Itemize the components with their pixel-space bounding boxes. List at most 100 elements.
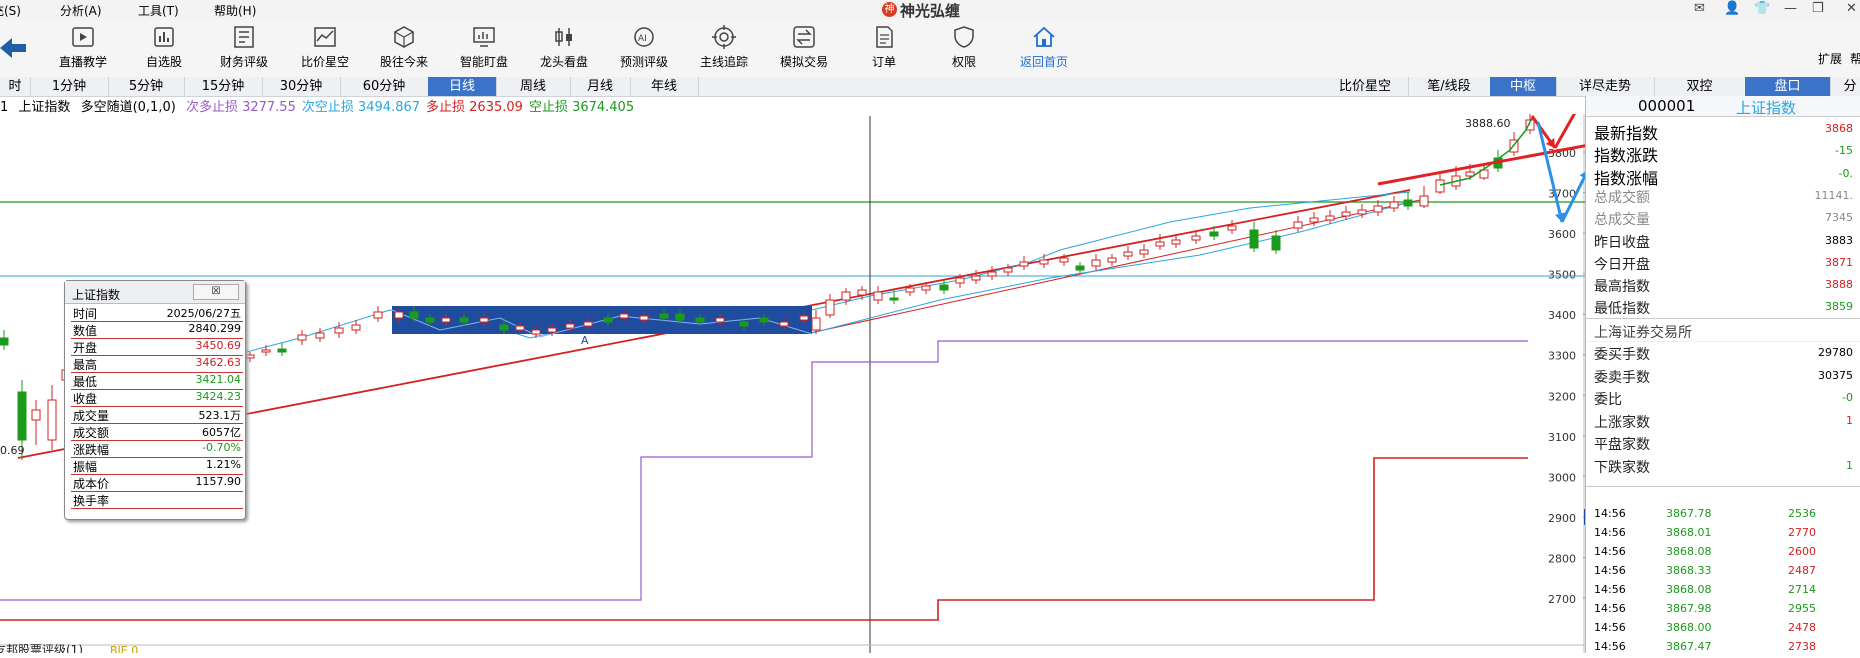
y-axis-tick: 3200 — [1548, 390, 1576, 403]
view-tab[interactable]: 详尽走势 — [1556, 77, 1655, 96]
popup-row: 数值 2840.299 — [71, 322, 243, 339]
quote-row-label: 最新指数 — [1594, 124, 1659, 143]
tick-time: 14:56 — [1594, 564, 1626, 577]
period-tab[interactable]: 5分钟 — [108, 77, 185, 96]
view-tab[interactable]: 盘口 — [1745, 77, 1831, 96]
menu-system[interactable]: 充(S) — [0, 2, 21, 19]
popup-row: 时间 2025/06/27五 — [71, 305, 243, 322]
y-axis-tick: 3600 — [1548, 228, 1576, 241]
toolbar-button-candle[interactable]: 龙头看盘 — [524, 24, 604, 70]
target-icon — [712, 25, 736, 49]
help-label[interactable]: 帮 — [1850, 50, 1860, 67]
candle-up — [1389, 201, 1399, 209]
restore-icon[interactable]: ❐ — [1812, 1, 1824, 16]
quote-row-label: 今日开盘 — [1594, 256, 1650, 273]
tick-row: 14:56 3867.78 2536 — [1594, 507, 1860, 525]
toolbar-button-swap[interactable]: 模拟交易 — [764, 24, 844, 70]
quote-row: 委买手数 29780 — [1594, 344, 1860, 366]
period-tab[interactable]: 年线 — [630, 77, 699, 96]
back-arrow-icon[interactable] — [0, 36, 26, 60]
candle-up — [1123, 251, 1133, 257]
toolbar-button-label: 比价星空 — [300, 55, 349, 69]
minimize-icon[interactable]: — — [1784, 1, 1797, 16]
candle-up — [1039, 259, 1049, 265]
toolbar-button-target[interactable]: 主线追踪 — [684, 24, 764, 70]
quote-row-label: 指数涨幅 — [1594, 168, 1659, 188]
y-axis-tick: 2700 — [1548, 593, 1576, 606]
toolbar-button-trend-chart[interactable]: 比价星空 — [285, 24, 365, 70]
popup-row-label: 数值 — [73, 324, 98, 338]
data-popup[interactable]: 上证指数 ☒ 时间 2025/06/27五 数值 2840.299 开盘 3450.69 最… — [64, 280, 246, 520]
candle-up — [1419, 195, 1429, 207]
skin-icon[interactable]: 👕 — [1754, 1, 1770, 16]
menu-analysis[interactable]: 分析(A) — [60, 2, 102, 19]
period-tab[interactable]: 周线 — [496, 77, 571, 96]
quote-row: 下跌家数 1 — [1594, 457, 1860, 479]
forecast-arrow-down — [1536, 121, 1564, 223]
toolbar-button-label: 模拟交易 — [779, 55, 828, 69]
view-tab[interactable]: 中枢 — [1490, 77, 1557, 96]
toolbar-button-label: 智能盯盘 — [459, 55, 508, 69]
popup-row-label: 最高 — [73, 358, 98, 372]
period-tab[interactable]: 月线 — [570, 77, 631, 96]
toolbar-button-home[interactable]: 返回首页 — [1004, 24, 1084, 70]
expand-label[interactable]: 扩展 — [1818, 50, 1842, 67]
candle-up — [1357, 209, 1367, 215]
toolbar-button-ai[interactable]: AI 预测评级 — [604, 24, 684, 70]
view-tab[interactable]: 分 — [1830, 77, 1860, 96]
toolbar-button-label: 预测评级 — [619, 55, 668, 69]
candle-down — [603, 317, 613, 323]
toolbar-button-pie-chart[interactable]: 自选股 — [124, 24, 204, 70]
quote-row-label: 总成交量 — [1594, 212, 1650, 229]
popup-row-value: 1.21% — [206, 458, 241, 471]
view-tab[interactable]: 比价星空 — [1322, 77, 1409, 96]
view-tab[interactable]: 笔/线段 — [1408, 77, 1491, 96]
message-icon[interactable]: ✉ — [1694, 1, 1705, 16]
candle-up — [315, 332, 325, 339]
period-tab[interactable]: 1分钟 — [30, 77, 109, 96]
period-tab[interactable]: 15分钟 — [184, 77, 263, 96]
quote-row-value: 29780 — [1818, 346, 1853, 359]
menu-bar: 充(S) 分析(A) 工具(T) 帮助(H) 神 神光弘缠 ✉ 👤 👕 — ❐ … — [0, 0, 1860, 20]
candle-up — [1107, 257, 1117, 263]
tick-price: 3867.47 — [1666, 640, 1712, 653]
candle-up — [873, 291, 883, 301]
candle-down — [939, 284, 949, 291]
tick-time: 14:56 — [1594, 602, 1626, 615]
toolbar-button-monitor[interactable]: 智能盯盘 — [444, 24, 524, 70]
close-icon[interactable]: ✕ — [1846, 1, 1857, 16]
tick-price: 3868.00 — [1666, 621, 1712, 634]
bottom-indicator-tag: BIE 0 — [110, 644, 138, 653]
period-tab[interactable]: 时 — [0, 77, 31, 96]
candle-up — [825, 299, 835, 316]
quote-header: 000001 上证指数 — [1586, 96, 1860, 117]
toolbar-button-shield[interactable]: 权限 — [924, 24, 1004, 70]
user-icon[interactable]: 👤 — [1724, 1, 1740, 16]
candle-up — [1325, 215, 1335, 221]
view-tab[interactable]: 双控 — [1654, 77, 1746, 96]
toolbar-button-document[interactable]: 订单 — [844, 24, 924, 70]
toolbar-button-calc[interactable]: 财务评级 — [204, 24, 284, 70]
popup-row: 涨跌幅 -0.70% — [71, 441, 243, 458]
candle-down — [675, 313, 685, 321]
candle-up — [841, 291, 851, 301]
popup-close-button[interactable]: ☒ — [193, 284, 239, 300]
play-icon — [72, 27, 94, 47]
candle-down — [17, 391, 27, 441]
toolbar-button-cube[interactable]: 股往今来 — [364, 24, 444, 70]
period-tab[interactable]: 日线 — [428, 77, 497, 96]
period-tab[interactable]: 60分钟 — [340, 77, 429, 96]
popup-row: 振幅 1.21% — [71, 458, 243, 475]
popup-row-label: 时间 — [73, 307, 98, 321]
menu-help[interactable]: 帮助(H) — [214, 2, 256, 19]
tick-volume: 2600 — [1788, 545, 1816, 558]
popup-row-label: 开盘 — [73, 341, 98, 355]
toolbar-button-play[interactable]: 直播教学 — [43, 24, 123, 70]
menu-tools[interactable]: 工具(T) — [138, 2, 179, 19]
candle-up — [1293, 221, 1303, 229]
tick-price: 3868.33 — [1666, 564, 1712, 577]
info-prefix: 1 — [0, 100, 9, 115]
period-tab[interactable]: 30分钟 — [262, 77, 341, 96]
quote-row-value: 7345 — [1825, 211, 1853, 225]
y-axis-tick: 2800 — [1548, 552, 1576, 565]
